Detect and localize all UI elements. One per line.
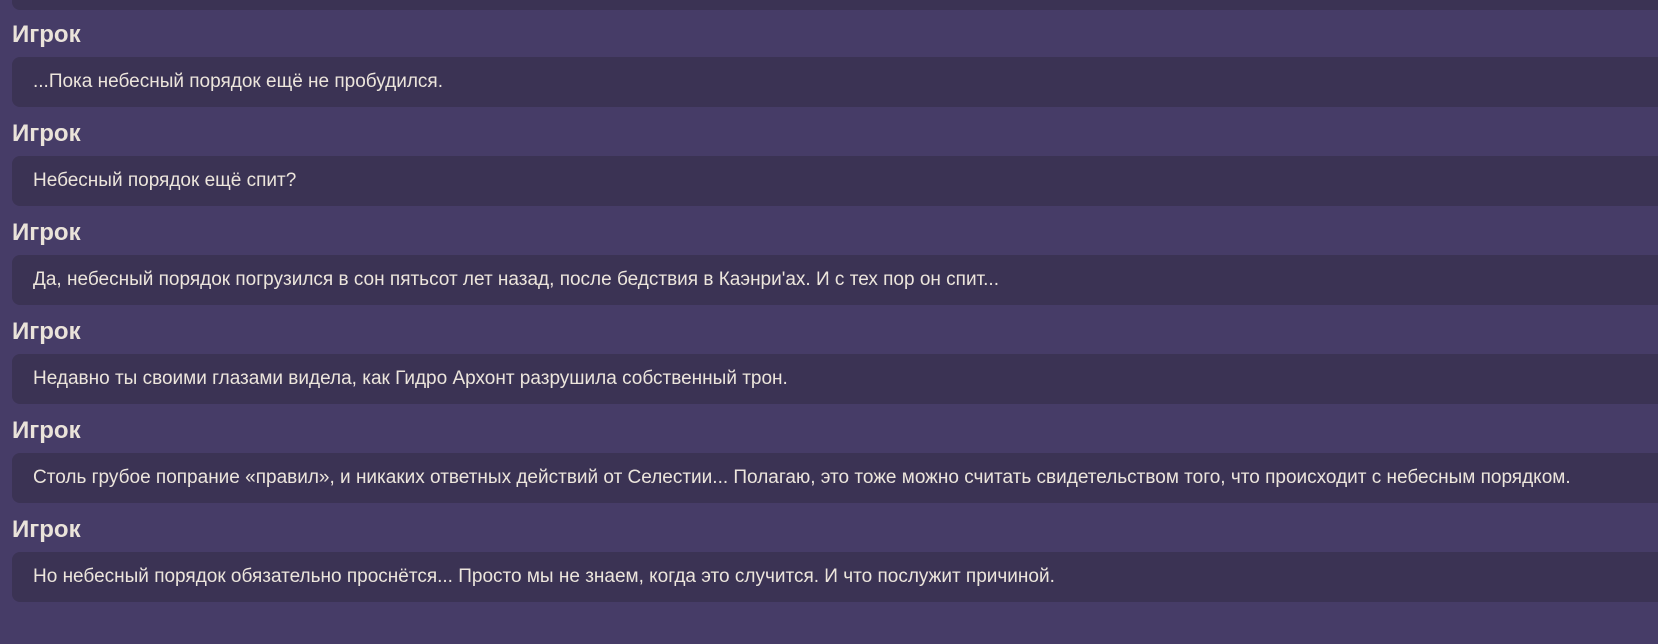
speaker-name: Игрок — [12, 516, 81, 543]
message-text: ...Пока небесный порядок ещё не пробудил… — [33, 71, 443, 92]
speaker-name: Игрок — [12, 21, 81, 48]
message-bubble: Но небесный порядок обязательно проснётс… — [12, 552, 1658, 602]
message-text: Небесный порядок ещё спит? — [33, 170, 297, 191]
previous-message-bubble — [12, 0, 1658, 10]
dialogue-entry: Игрок Небесный порядок ещё спит? — [0, 117, 1658, 222]
message-text: Но небесный порядок обязательно проснётс… — [33, 566, 1055, 587]
message-text: Недавно ты своими глазами видела, как Ги… — [33, 368, 788, 389]
message-bubble: Недавно ты своими глазами видела, как Ги… — [12, 354, 1658, 404]
dialogue-entry: Игрок Но небесный порядок обязательно пр… — [0, 513, 1658, 618]
dialogue-entry: Игрок Недавно ты своими глазами видела, … — [0, 315, 1658, 420]
dialogue-entry: Игрок Да, небесный порядок погрузился в … — [0, 216, 1658, 321]
speaker-name: Игрок — [12, 318, 81, 345]
message-text: Да, небесный порядок погрузился в сон пя… — [33, 269, 999, 290]
speaker-name: Игрок — [12, 417, 81, 444]
message-bubble: Столь грубое попрание «правил», и никаки… — [12, 453, 1658, 503]
dialogue-entry: Игрок Столь грубое попрание «правил», и … — [0, 414, 1658, 519]
dialogue-entry: Игрок ...Пока небесный порядок ещё не пр… — [0, 18, 1658, 123]
speaker-name: Игрок — [12, 120, 81, 147]
message-bubble: ...Пока небесный порядок ещё не пробудил… — [12, 57, 1658, 107]
dialogue-log: Игрок ...Пока небесный порядок ещё не пр… — [0, 0, 1658, 644]
speaker-name: Игрок — [12, 219, 81, 246]
message-bubble: Да, небесный порядок погрузился в сон пя… — [12, 255, 1658, 305]
message-text: Столь грубое попрание «правил», и никаки… — [33, 467, 1571, 488]
message-bubble: Небесный порядок ещё спит? — [12, 156, 1658, 206]
